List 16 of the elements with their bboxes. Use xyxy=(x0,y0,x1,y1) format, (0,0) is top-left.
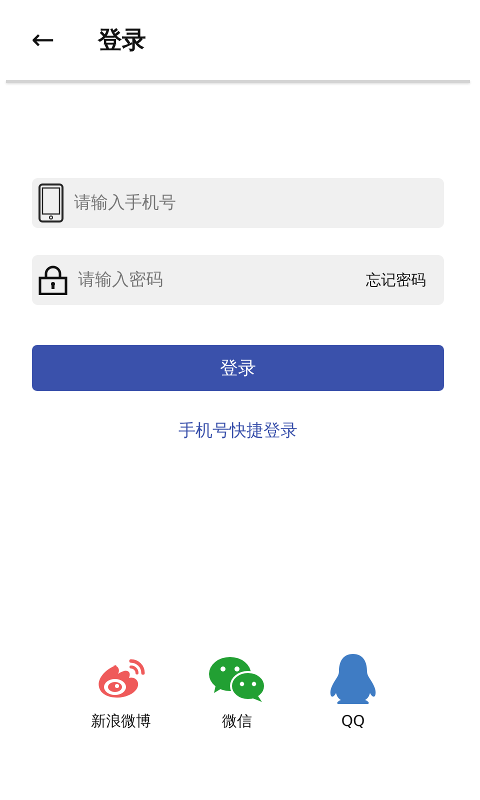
social-login-label[interactable]: 微信 xyxy=(222,712,252,731)
back-button[interactable]: ← xyxy=(28,26,58,54)
social-login-label[interactable]: QQ xyxy=(341,712,365,730)
phone-input-field[interactable]: 请输入手机号 xyxy=(72,192,426,214)
page-title: 登录 xyxy=(98,25,146,56)
social-login-label[interactable]: 新浪微博 xyxy=(91,712,151,731)
password-input-field[interactable]: 请输入密码 xyxy=(76,269,366,291)
phone-icon xyxy=(38,183,64,223)
login-button[interactable]: 登录 xyxy=(32,345,444,391)
phone-field[interactable]: 请输入手机号 xyxy=(32,178,444,228)
quick-login-link[interactable]: 手机号快捷登录 xyxy=(178,419,298,442)
penguin-icon xyxy=(328,653,378,705)
forgot-password-link[interactable]: 忘记密码 xyxy=(366,270,426,290)
lock-icon xyxy=(38,265,68,295)
chat-bubbles-icon xyxy=(208,656,266,702)
password-field[interactable]: 请输入密码 忘记密码 xyxy=(32,255,444,305)
